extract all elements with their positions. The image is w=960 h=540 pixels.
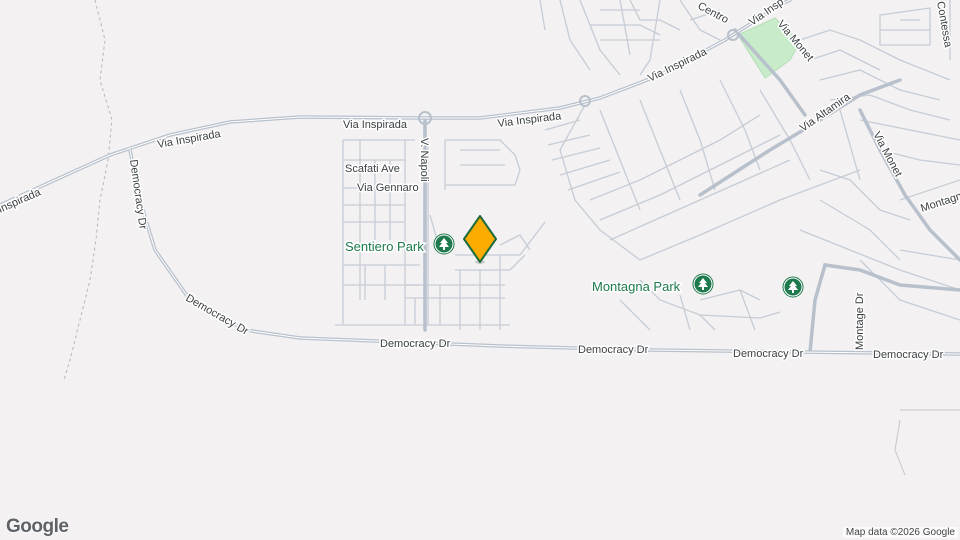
label-democracy-dr-1: Democracy Dr (184, 292, 251, 338)
label-contessa: Contessa (934, 0, 954, 49)
label-via-inspirada-2: Via Inspirada (343, 119, 408, 131)
label-inspirada-left: Inspirada (0, 186, 43, 216)
label-via-inspirada-4: Via Inspirada (646, 45, 710, 84)
location-pin-icon[interactable] (463, 215, 497, 264)
tree-icon[interactable] (433, 233, 455, 255)
label-democracy-dr-2: Democracy Dr (380, 338, 451, 350)
map-attribution[interactable]: Map data ©2026 Google (842, 527, 958, 538)
label-democracy-dr-3: Democracy Dr (578, 344, 649, 356)
label-centro: Centro (696, 0, 731, 26)
label-democracy-dr-4: Democracy Dr (733, 348, 804, 360)
map-base: Via Inspirada Via Inspirada Via Inspirad… (0, 0, 960, 476)
label-via-gennaro: Via Gennaro (357, 182, 419, 194)
google-logo: Google (6, 516, 69, 537)
map-canvas[interactable]: Via Inspirada Via Inspirada Via Inspirad… (0, 0, 960, 540)
tree-icon[interactable] (782, 276, 804, 298)
label-montage-dr: Montage Dr (854, 292, 866, 350)
tree-icon[interactable] (692, 273, 714, 295)
label-scafati-ave: Scafati Ave (345, 163, 400, 175)
label-democracy-dr-5: Democracy Dr (873, 349, 944, 361)
label-montagna-partial: Montagn (919, 190, 960, 215)
label-via-napoli: V. Napoli (418, 138, 430, 182)
label-sentiero-park[interactable]: Sentiero Park (344, 238, 426, 256)
label-democracy-dr-left: Democracy Dr (127, 159, 149, 231)
label-montagna-park[interactable]: Montagna Park (591, 278, 683, 296)
